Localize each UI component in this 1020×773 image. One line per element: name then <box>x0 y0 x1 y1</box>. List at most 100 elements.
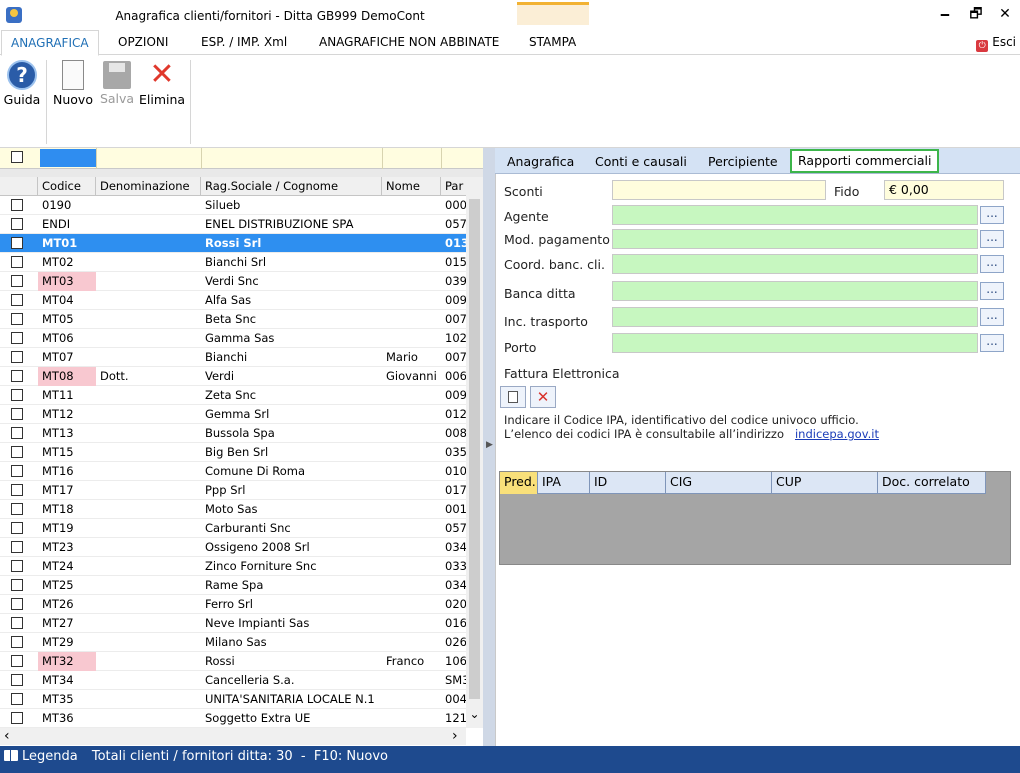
table-row[interactable]: MT16 Comune Di Roma 010 <box>0 462 466 481</box>
table-row[interactable]: MT12 Gemma Srl 012 <box>0 405 466 424</box>
table-row[interactable]: MT08 Dott. Verdi Giovanni 006 <box>0 367 466 386</box>
scroll-down-arrow-icon[interactable]: ⌄ <box>469 707 480 721</box>
table-row[interactable]: MT18 Moto Sas 001 <box>0 500 466 519</box>
row-checkbox[interactable] <box>11 693 23 705</box>
trasporto-lookup-button[interactable]: ... <box>980 308 1004 326</box>
row-checkbox[interactable] <box>11 522 23 534</box>
table-row[interactable]: MT24 Zinco Forniture Snc 033 <box>0 557 466 576</box>
fe-delete-button[interactable]: ✕ <box>530 386 556 408</box>
fe-grid[interactable]: Pred. IPA ID CIG CUP Doc. correlato <box>499 471 1011 565</box>
row-checkbox[interactable] <box>11 560 23 572</box>
row-checkbox[interactable] <box>11 541 23 553</box>
indicepa-link[interactable]: indicepa.gov.it <box>795 427 879 441</box>
row-checkbox[interactable] <box>11 237 23 249</box>
row-checkbox[interactable] <box>11 199 23 211</box>
banca-ditta-input[interactable] <box>612 281 978 301</box>
fido-input[interactable]: € 0,00 <box>884 180 1004 200</box>
table-row[interactable]: MT05 Beta Snc 007 <box>0 310 466 329</box>
table-row[interactable]: MT02 Bianchi Srl 015 <box>0 253 466 272</box>
row-checkbox[interactable] <box>11 503 23 515</box>
row-checkbox[interactable] <box>11 351 23 363</box>
table-row[interactable]: MT25 Rame Spa 034 <box>0 576 466 595</box>
minimize-button[interactable]: 🗕 <box>934 4 956 24</box>
filter-code-cell[interactable] <box>40 149 96 167</box>
tab-esp-imp-xml[interactable]: ESP. / IMP. Xml <box>192 30 296 55</box>
row-checkbox[interactable] <box>11 256 23 268</box>
table-row[interactable]: MT07 Bianchi Mario 007 <box>0 348 466 367</box>
table-row[interactable]: MT13 Bussola Spa 008 <box>0 424 466 443</box>
table-row[interactable]: MT15 Big Ben Srl 035 <box>0 443 466 462</box>
table-row[interactable]: MT06 Gamma Sas 102 <box>0 329 466 348</box>
row-checkbox[interactable] <box>11 275 23 287</box>
table-row[interactable]: MT27 Neve Impianti Sas 016 <box>0 614 466 633</box>
fe-col-ipa[interactable]: IPA <box>538 472 590 494</box>
scroll-left-arrow-icon[interactable]: ‹ <box>4 728 10 744</box>
table-row[interactable]: MT01 Rossi Srl 013 <box>0 234 466 253</box>
table-row[interactable]: MT23 Ossigeno 2008 Srl 034 <box>0 538 466 557</box>
exit-button[interactable]: ⏻ Esci <box>976 30 1016 55</box>
banca-ditta-lookup-button[interactable]: ... <box>980 282 1004 300</box>
row-checkbox[interactable] <box>11 313 23 325</box>
table-row[interactable]: MT26 Ferro Srl 020 <box>0 595 466 614</box>
col-header-nome[interactable]: Nome <box>382 177 441 196</box>
row-checkbox[interactable] <box>11 712 23 724</box>
row-checkbox[interactable] <box>11 579 23 591</box>
row-checkbox[interactable] <box>11 465 23 477</box>
row-checkbox[interactable] <box>11 427 23 439</box>
row-checkbox[interactable] <box>11 655 23 667</box>
horizontal-scrollbar[interactable]: ‹ › <box>0 728 466 745</box>
table-row[interactable]: 0190 Silueb 000 <box>0 196 466 215</box>
row-checkbox[interactable] <box>11 617 23 629</box>
tab-detail-anagrafica[interactable]: Anagrafica <box>501 152 580 172</box>
row-checkbox[interactable] <box>11 636 23 648</box>
select-all-checkbox[interactable] <box>11 151 23 163</box>
table-row[interactable]: MT19 Carburanti Snc 057 <box>0 519 466 538</box>
coord-banc-lookup-button[interactable]: ... <box>980 255 1004 273</box>
table-row[interactable]: MT03 Verdi Snc 039 <box>0 272 466 291</box>
row-checkbox[interactable] <box>11 389 23 401</box>
table-row[interactable]: MT34 Cancelleria S.a. SM3 <box>0 671 466 690</box>
splitter-arrow-icon[interactable]: ▶ <box>486 440 493 450</box>
row-checkbox[interactable] <box>11 446 23 458</box>
trasporto-input[interactable] <box>612 307 978 327</box>
col-header-partita[interactable]: Par <box>441 177 466 196</box>
fe-col-cig[interactable]: CIG <box>666 472 772 494</box>
tab-detail-rapporti-commerciali[interactable]: Rapporti commerciali <box>790 149 940 173</box>
vertical-scrollbar[interactable]: ⌄ <box>466 177 483 728</box>
close-button[interactable]: ✕ <box>994 4 1016 24</box>
porto-lookup-button[interactable]: ... <box>980 334 1004 352</box>
col-header-denominazione[interactable]: Denominazione <box>96 177 201 196</box>
coord-banc-input[interactable] <box>612 254 978 274</box>
fe-col-cup[interactable]: CUP <box>772 472 878 494</box>
row-checkbox[interactable] <box>11 484 23 496</box>
row-checkbox[interactable] <box>11 370 23 382</box>
table-row[interactable]: ENDI ENEL DISTRIBUZIONE SPA 057 <box>0 215 466 234</box>
row-checkbox[interactable] <box>11 674 23 686</box>
legenda-button[interactable]: Legenda <box>4 749 78 764</box>
fe-col-doc-correlato[interactable]: Doc. correlato <box>878 472 986 494</box>
agente-lookup-button[interactable]: ... <box>980 206 1004 224</box>
table-row[interactable]: MT11 Zeta Snc 009 <box>0 386 466 405</box>
tab-stampa[interactable]: STAMPA <box>520 30 585 55</box>
tab-detail-conti-causali[interactable]: Conti e causali <box>589 152 693 172</box>
row-checkbox[interactable] <box>11 408 23 420</box>
table-row[interactable]: MT35 UNITA'SANITARIA LOCALE N.1 004 <box>0 690 466 709</box>
restore-button[interactable]: 🗗 <box>965 4 987 24</box>
col-header-ragione-sociale[interactable]: Rag.Sociale / Cognome <box>201 177 382 196</box>
scroll-right-arrow-icon[interactable]: › <box>452 728 458 744</box>
table-row[interactable]: MT04 Alfa Sas 009 <box>0 291 466 310</box>
table-row[interactable]: MT29 Milano Sas 026 <box>0 633 466 652</box>
elimina-button[interactable]: ✕ Elimina <box>139 60 185 108</box>
row-checkbox[interactable] <box>11 294 23 306</box>
table-row[interactable]: MT17 Ppp Srl 017 <box>0 481 466 500</box>
guida-button[interactable]: ? Guida <box>3 60 41 107</box>
tab-detail-percipiente[interactable]: Percipiente <box>702 152 784 172</box>
agente-input[interactable] <box>612 205 978 225</box>
pagamento-lookup-button[interactable]: ... <box>980 230 1004 248</box>
tab-anagrafica[interactable]: ANAGRAFICA <box>1 30 99 56</box>
tab-anagrafiche-non-abbinate[interactable]: ANAGRAFICHE NON ABBINATE <box>310 30 508 55</box>
porto-input[interactable] <box>612 333 978 353</box>
row-checkbox[interactable] <box>11 218 23 230</box>
sconti-input[interactable] <box>612 180 826 200</box>
vertical-scroll-thumb[interactable] <box>469 199 480 699</box>
